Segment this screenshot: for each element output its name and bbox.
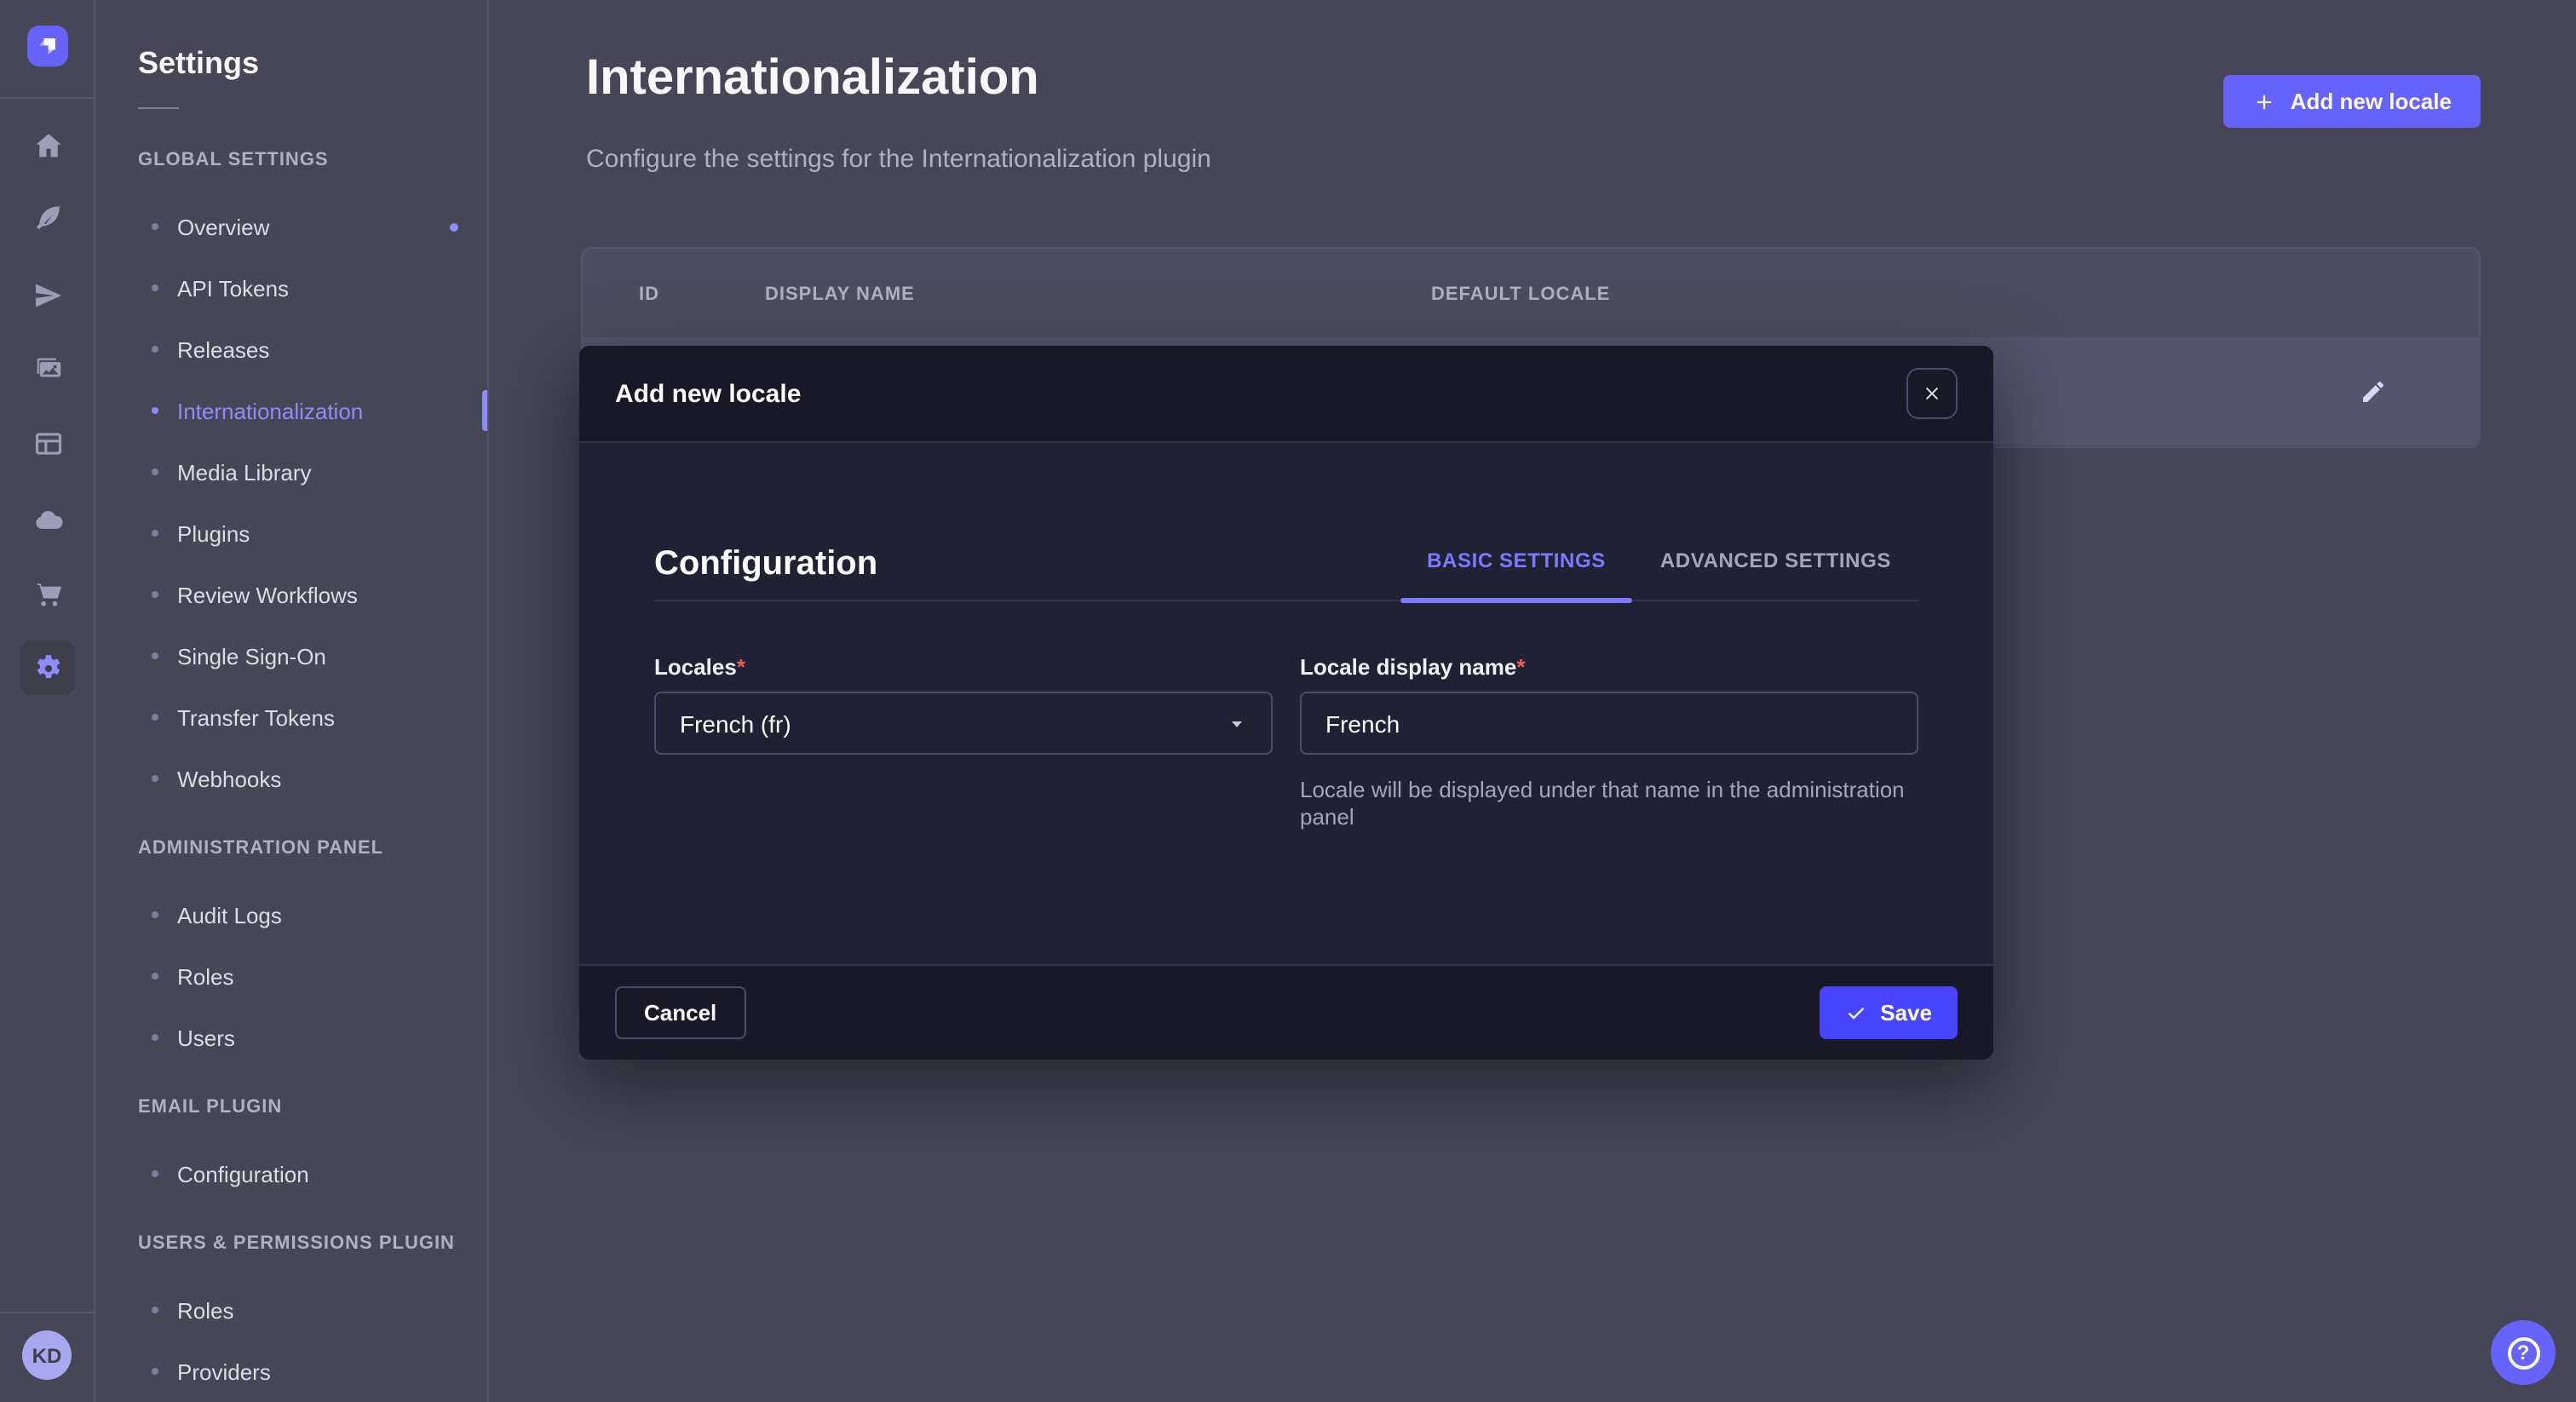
display-name-field: Locale display name* Locale will be disp… — [1300, 654, 1918, 831]
locales-label-text: Locales — [654, 654, 737, 680]
chevron-down-icon — [1227, 713, 1247, 733]
save-button[interactable]: Save — [1819, 986, 1958, 1039]
strapi-admin: KD Settings GLOBAL SETTINGS Overview API… — [0, 0, 2576, 1402]
configuration-header: Configuration BASIC SETTINGS ADVANCED SE… — [654, 443, 1918, 601]
modal-body: Configuration BASIC SETTINGS ADVANCED SE… — [579, 443, 1993, 964]
cancel-button[interactable]: Cancel — [615, 986, 745, 1039]
locales-select-value: French (fr) — [680, 710, 791, 737]
settings-tabs: BASIC SETTINGS ADVANCED SETTINGS — [1400, 549, 1918, 600]
display-name-label-text: Locale display name — [1300, 654, 1516, 680]
tab-basic-settings[interactable]: BASIC SETTINGS — [1400, 549, 1633, 600]
required-asterisk: * — [737, 654, 745, 680]
display-name-hint: Locale will be displayed under that name… — [1300, 777, 1913, 831]
modal-footer: Cancel Save — [579, 964, 1993, 1060]
add-new-locale-modal: Add new locale Configuration BASIC SETTI… — [579, 346, 1993, 1060]
save-button-label: Save — [1880, 1000, 1932, 1026]
required-asterisk: * — [1516, 654, 1525, 680]
close-modal-button[interactable] — [1906, 368, 1958, 419]
display-name-label: Locale display name* — [1300, 654, 1918, 680]
locales-select[interactable]: French (fr) — [654, 692, 1273, 755]
close-icon — [1922, 383, 1942, 404]
tab-advanced-settings[interactable]: ADVANCED SETTINGS — [1633, 549, 1918, 600]
display-name-input[interactable] — [1300, 692, 1918, 755]
locales-field: Locales* French (fr) — [654, 654, 1273, 831]
modal-title: Add new locale — [615, 379, 801, 408]
locale-form: Locales* French (fr) Locale display name… — [654, 654, 1918, 831]
modal-header: Add new locale — [579, 346, 1993, 443]
configuration-title: Configuration — [654, 545, 877, 584]
locales-label: Locales* — [654, 654, 1273, 680]
check-icon — [1844, 1002, 1866, 1024]
